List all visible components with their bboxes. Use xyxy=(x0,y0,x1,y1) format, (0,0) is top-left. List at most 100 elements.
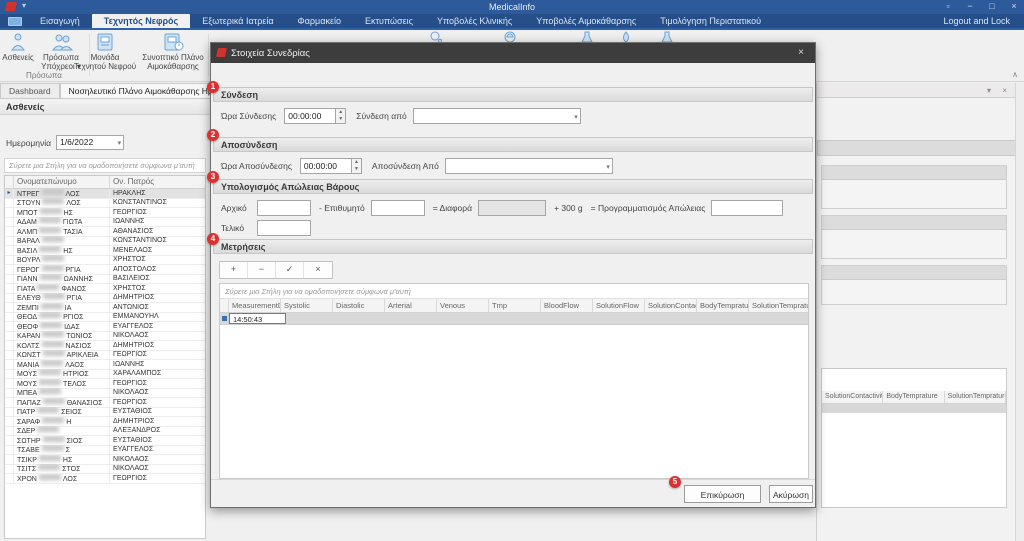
time-spinner[interactable]: ▲▼ xyxy=(336,108,346,124)
patient-row[interactable]: ΧΡΟΝΛΟΣ ΓΕΩΡΓΙΟΣ xyxy=(5,474,205,484)
measurement-column-header[interactable]: Tmp xyxy=(489,299,541,312)
file-menu-icon[interactable] xyxy=(8,17,22,26)
measurement-row[interactable]: 14:50:43 xyxy=(220,313,808,325)
add-measurement-button[interactable]: + xyxy=(220,262,248,278)
final-weight-input[interactable] xyxy=(257,220,311,236)
patient-row[interactable]: ΜΟΥΣΗΤΡΙΟΣ ΧΑΡΑΛΑΜΠΟΣ xyxy=(5,370,205,380)
measurement-column-header[interactable]: SolutionContactiv xyxy=(645,299,697,312)
patient-row[interactable]: ΜΠΕΑ ΝΙΚΟΛΑΟΣ xyxy=(5,389,205,399)
dialog-close-icon[interactable]: × xyxy=(795,47,807,58)
patient-row[interactable]: ΤΣΙΤΣΣΤΟΣ ΝΙΚΟΛΑΟΣ xyxy=(5,465,205,475)
tab-dashboard[interactable]: Dashboard xyxy=(0,83,60,98)
pin-icon[interactable]: ▾ xyxy=(987,86,991,95)
patient-row[interactable]: ΜΟΥΣΤΕΛΟΣ ΓΕΩΡΓΙΟΣ xyxy=(5,379,205,389)
ribbon-collapse-icon[interactable]: ∧ xyxy=(1012,70,1018,79)
patient-row[interactable]: ΜΠΟΤΗΣ ΓΕΩΡΓΙΟΣ xyxy=(5,208,205,218)
menu-tab[interactable]: Τεχνητός Νεφρός xyxy=(92,14,190,28)
chevron-down-icon[interactable]: ▾ xyxy=(606,163,610,171)
close-icon[interactable]: × xyxy=(1002,86,1007,95)
connect-from-combobox[interactable]: ▾ xyxy=(413,108,581,124)
flask-icon[interactable] xyxy=(580,30,594,42)
ribbon-pin-icon[interactable]: ▫ xyxy=(942,1,954,11)
patient-row[interactable]: ΓΙΑΤΑΦΑΝΟΣ ΧΡΗΣΤΟΣ xyxy=(5,284,205,294)
column-header-name[interactable]: Ονοματεπώνυμο xyxy=(14,176,110,188)
planned-loss-input[interactable] xyxy=(711,200,783,216)
menu-tab[interactable]: Υποβολές Αιμοκάθαρσης xyxy=(524,14,648,28)
patient-row[interactable]: ΤΣΙΚΡΗΣ ΝΙΚΟΛΑΟΣ xyxy=(5,455,205,465)
patient-row[interactable]: ΣΑΡΑΦΗ ΔΗΜΗΤΡΙΟΣ xyxy=(5,417,205,427)
initial-weight-input[interactable] xyxy=(257,200,311,216)
patient-row[interactable]: ΤΣΑΒΕΣ ΕΥΑΓΓΕΛΟΣ xyxy=(5,446,205,456)
desired-weight-input[interactable] xyxy=(371,200,425,216)
menu-tab[interactable]: Φαρμακείο xyxy=(286,14,353,28)
measurement-column-header[interactable]: Diastolic xyxy=(333,299,385,312)
patient-row[interactable]: ΖΕΜΠΙΙΑ ΑΝΤΩΝΙΟΣ xyxy=(5,303,205,313)
measurement-column-header[interactable]: MeasurementDateTim xyxy=(229,299,281,312)
patient-name: ΚΑΡΑΝΤΩΝΙΟΣ xyxy=(14,331,110,340)
cancel-measurement-button[interactable]: × xyxy=(304,262,332,278)
disconnect-from-combobox[interactable]: ▾ xyxy=(445,158,613,174)
patient-name: ΤΣΙΤΣΣΤΟΣ xyxy=(14,464,110,473)
stethoscope-icon[interactable] xyxy=(428,30,442,42)
column-header-father[interactable]: Ον. Πατρός xyxy=(110,176,205,188)
patient-row[interactable]: ΣΔΕΡ ΑΛΕΞΑΝΔΡΟΣ xyxy=(5,427,205,437)
confirm-measurement-button[interactable]: ✓ xyxy=(276,262,304,278)
patient-row[interactable]: ΒΟΥΡΛ ΧΡΗΣΤΟΣ xyxy=(5,256,205,266)
restore-button[interactable]: □ xyxy=(986,1,998,11)
measurement-column-header[interactable]: SolutionTempratu xyxy=(749,299,808,312)
patient-row[interactable]: ΠΑΤΡΣΕΙΟΣ ΕΥΣΤΑΘΙΟΣ xyxy=(5,408,205,418)
measurement-column-header[interactable]: BodyTemprature xyxy=(697,299,749,312)
patient-name: ΤΣΙΚΡΗΣ xyxy=(14,455,110,464)
anonymized-text xyxy=(37,407,59,413)
logout-and-lock-button[interactable]: Logout and Lock xyxy=(943,14,1024,28)
patients-ribbon-button[interactable]: Ασθενείς xyxy=(2,32,34,62)
cancel-button[interactable]: Ακύρωση xyxy=(769,485,813,503)
patient-row[interactable]: ΣΤΟΥΝΛΟΣ ΚΩΝΣΤΑΝΤΙΝΟΣ xyxy=(5,199,205,209)
patient-row[interactable]: ΚΟΛΤΣΝΑΣΙΟΣ ΔΗΜΗΤΡΙΟΣ xyxy=(5,341,205,351)
patient-row[interactable]: ΒΑΣΙΛΗΣ ΜΕΝΕΛΑΟΣ xyxy=(5,246,205,256)
time-spinner[interactable]: ▲▼ xyxy=(352,158,362,174)
dialog-title-bar[interactable]: Στοιχεία Συνεδρίας × xyxy=(211,43,815,63)
menu-tab[interactable]: Τιμολόγηση Περιστατικού xyxy=(648,14,773,28)
patient-row[interactable]: ΘΕΟΦΙΔΑΣ ΕΥΑΓΓΕΛΟΣ xyxy=(5,322,205,332)
menu-tab[interactable]: Εξωτερικά Ιατρεία xyxy=(190,14,285,28)
measurement-column-header[interactable]: Arterial xyxy=(385,299,437,312)
chevron-down-icon[interactable]: ▾ xyxy=(118,139,122,147)
measurement-column-header[interactable]: Systolic xyxy=(281,299,333,312)
patient-row[interactable]: ΑΛΜΠΤΑΣΙΑ ΑΘΑΝΑΣΙΟΣ xyxy=(5,227,205,237)
dialysis-unit-ribbon-button[interactable]: Μονάδα Τεχνητού Νεφρού xyxy=(72,32,138,71)
patient-row[interactable]: ΑΔΑΜΓΙΩΤΑ ΙΩΑΝΝΗΣ xyxy=(5,218,205,228)
validate-button[interactable]: Επικύρωση xyxy=(684,485,761,503)
menu-tab[interactable]: Εισαγωγή xyxy=(28,14,92,28)
patient-row[interactable]: ΘΕΟΔΡΓΙΟΣ ΕΜΜΑΝΟΥΗΛ xyxy=(5,313,205,323)
patient-row[interactable]: ΝΤΡΕΓΛΟΣ ΗΡΑΚΛΗΣ xyxy=(5,189,205,199)
patient-name: ΜΠΟΤΗΣ xyxy=(14,208,110,217)
patient-row[interactable]: ΚΑΡΑΝΤΩΝΙΟΣ ΝΙΚΟΛΑΟΣ xyxy=(5,332,205,342)
scale-icon[interactable] xyxy=(503,30,517,42)
patient-row[interactable]: ΜΑΝΙΑΛΑΟΣ ΙΩΑΝΝΗΣ xyxy=(5,360,205,370)
measurement-column-header[interactable]: SolutionFlow xyxy=(593,299,645,312)
date-input[interactable]: 1/6/2022 ▾ xyxy=(56,135,124,150)
measurement-column-header[interactable]: BloodFlow xyxy=(541,299,593,312)
patient-row[interactable]: ΚΩΝΣΤΑΡΙΚΛΕΙΑ ΓΕΩΡΓΙΟΣ xyxy=(5,351,205,361)
menu-tab[interactable]: Εκτυπώσεις xyxy=(353,14,425,28)
anonymized-text xyxy=(39,227,61,233)
minimize-button[interactable]: − xyxy=(964,1,976,11)
connect-time-input[interactable]: 00:00:00 xyxy=(284,108,336,124)
close-button[interactable]: × xyxy=(1008,1,1020,11)
patient-row[interactable]: ΓΙΑΝΝΩΑΝΝΗΣ ΒΑΣΙΛΕΙΟΣ xyxy=(5,275,205,285)
patient-row[interactable]: ΒΑΡΑΛ ΚΩΝΣΤΑΝΤΙΝΟΣ xyxy=(5,237,205,247)
remove-measurement-button[interactable]: − xyxy=(248,262,276,278)
menu-tab[interactable]: Υποβολές Κλινικής xyxy=(425,14,524,28)
flask-icon[interactable] xyxy=(660,30,674,42)
patient-row[interactable]: ΓΕΡΟΓΡΓΙΑ ΑΠΟΣΤΟΛΟΣ xyxy=(5,265,205,275)
patient-row[interactable]: ΕΛΕΥΘΡΓΙΑ ΔΗΜΗΤΡΙΟΣ xyxy=(5,294,205,304)
patient-row[interactable]: ΠΑΠΑΖΘΑΝΑΣΙΟΣ ΓΕΩΡΓΙΟΣ xyxy=(5,398,205,408)
chevron-down-icon[interactable]: ▾ xyxy=(574,113,578,121)
patient-row[interactable]: ΣΩΤΗΡΣΙΟΣ ΕΥΣΤΑΘΙΟΣ xyxy=(5,436,205,446)
disconnect-time-input[interactable]: 00:00:00 xyxy=(300,158,352,174)
summary-plan-ribbon-button[interactable]: Συνοπτικό Πλάνο Αιμοκάθαρσης xyxy=(140,32,206,71)
drop-icon[interactable] xyxy=(619,30,633,42)
measurement-time-cell[interactable]: 14:50:43 xyxy=(229,313,286,324)
measurement-column-header[interactable]: Venous xyxy=(437,299,489,312)
